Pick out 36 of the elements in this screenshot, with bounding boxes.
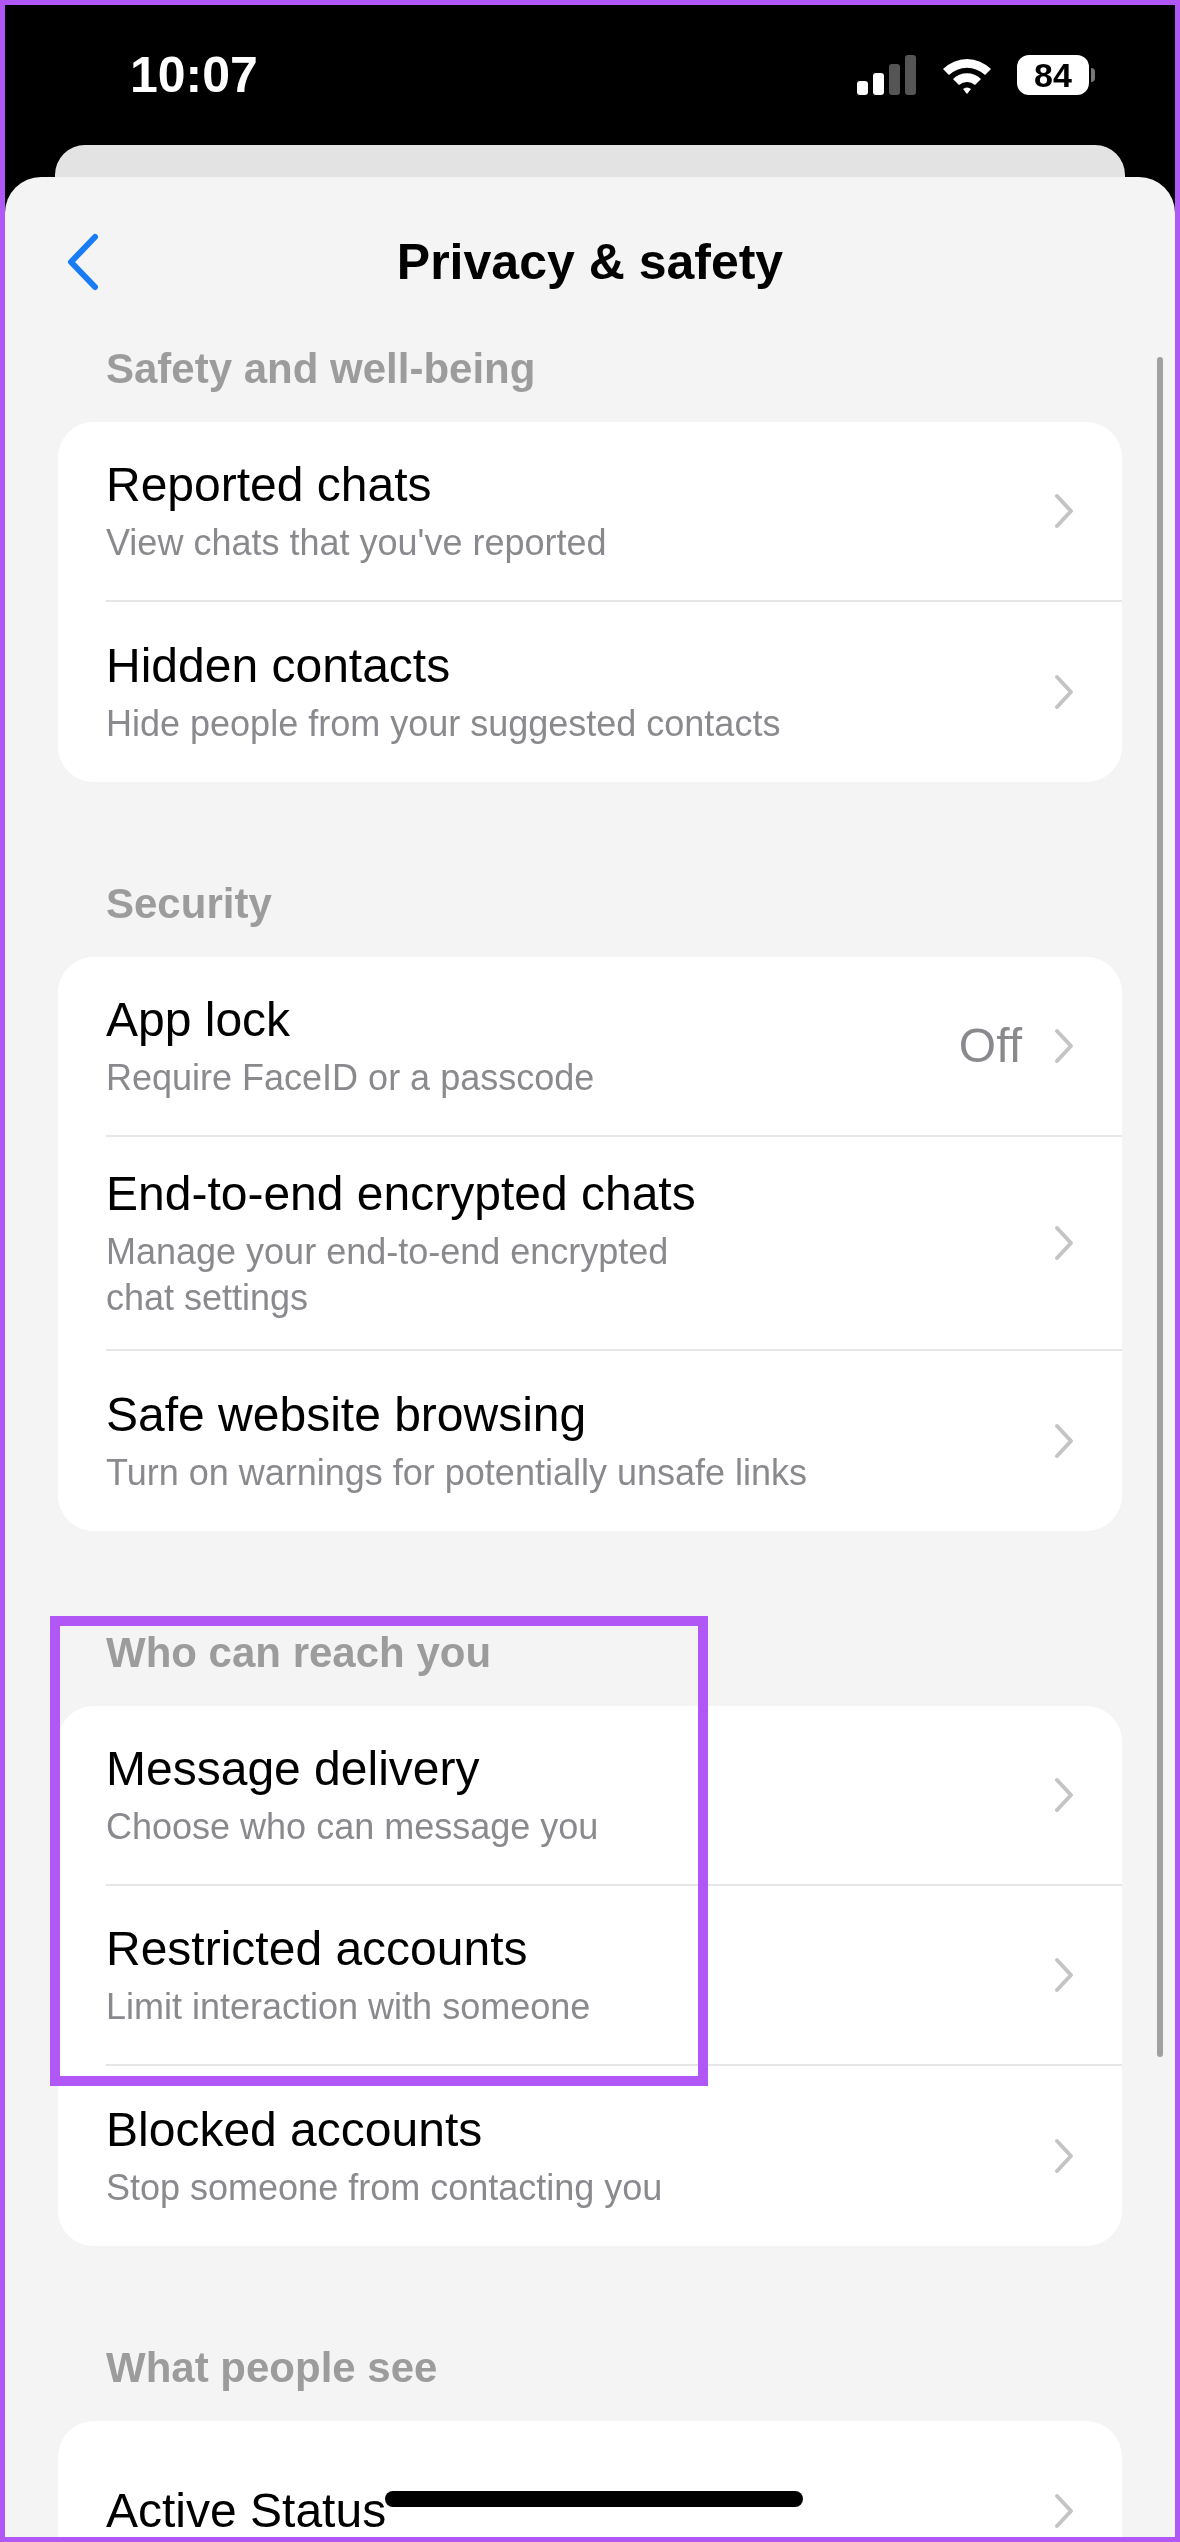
battery-level: 84 bbox=[1034, 58, 1072, 92]
row-subtitle: Choose who can message you bbox=[106, 1805, 599, 1849]
signal-icon bbox=[857, 55, 917, 95]
row-subtitle: Turn on warnings for potentially unsafe links bbox=[106, 1451, 808, 1495]
row-title: App lock bbox=[106, 992, 291, 1048]
row-title: Blocked accounts bbox=[106, 2102, 483, 2158]
chevron-right-icon bbox=[1054, 1225, 1074, 1261]
section-header: What people see bbox=[105, 2343, 439, 2393]
chevron-right-icon bbox=[1054, 2493, 1074, 2529]
chevron-right-icon bbox=[1054, 493, 1074, 529]
row-title: End-to-end encrypted chats bbox=[106, 1166, 696, 1222]
row-subtitle: Limit interaction with someone bbox=[106, 1985, 591, 2029]
row-title: Message delivery bbox=[106, 1741, 480, 1797]
chevron-right-icon bbox=[1054, 2138, 1074, 2174]
back-icon[interactable] bbox=[65, 233, 99, 291]
section-header: Who can reach you bbox=[105, 1628, 493, 1678]
row-title: Restricted accounts bbox=[106, 1921, 528, 1977]
row-subtitle: Stop someone from contacting you bbox=[106, 2166, 663, 2210]
row-subtitle: View chats that you've reported bbox=[106, 521, 607, 565]
row-subtitle: Hide people from your suggested contacts bbox=[106, 702, 781, 746]
chevron-right-icon bbox=[1054, 1423, 1074, 1459]
row-title: Hidden contacts bbox=[106, 638, 451, 694]
chevron-right-icon bbox=[1054, 1777, 1074, 1813]
row-title: Reported chats bbox=[106, 457, 432, 513]
chevron-right-icon bbox=[1054, 1028, 1074, 1064]
status-time: 10:07 bbox=[130, 45, 258, 105]
row-title: Safe website browsing bbox=[106, 1387, 587, 1443]
page-title: Privacy & safety bbox=[396, 232, 784, 292]
section-header: Safety and well-being bbox=[105, 344, 537, 394]
chevron-right-icon bbox=[1054, 1957, 1074, 1993]
row-subtitle: Require FaceID or a passcode bbox=[106, 1056, 595, 1100]
section-header: Security bbox=[105, 879, 273, 929]
chevron-right-icon bbox=[1054, 674, 1074, 710]
row-value: Off bbox=[958, 1018, 1022, 1074]
row-subtitle: Manage your end-to-end encrypted chat settings bbox=[106, 1230, 669, 1320]
row-title: Active Status bbox=[106, 2483, 387, 2537]
